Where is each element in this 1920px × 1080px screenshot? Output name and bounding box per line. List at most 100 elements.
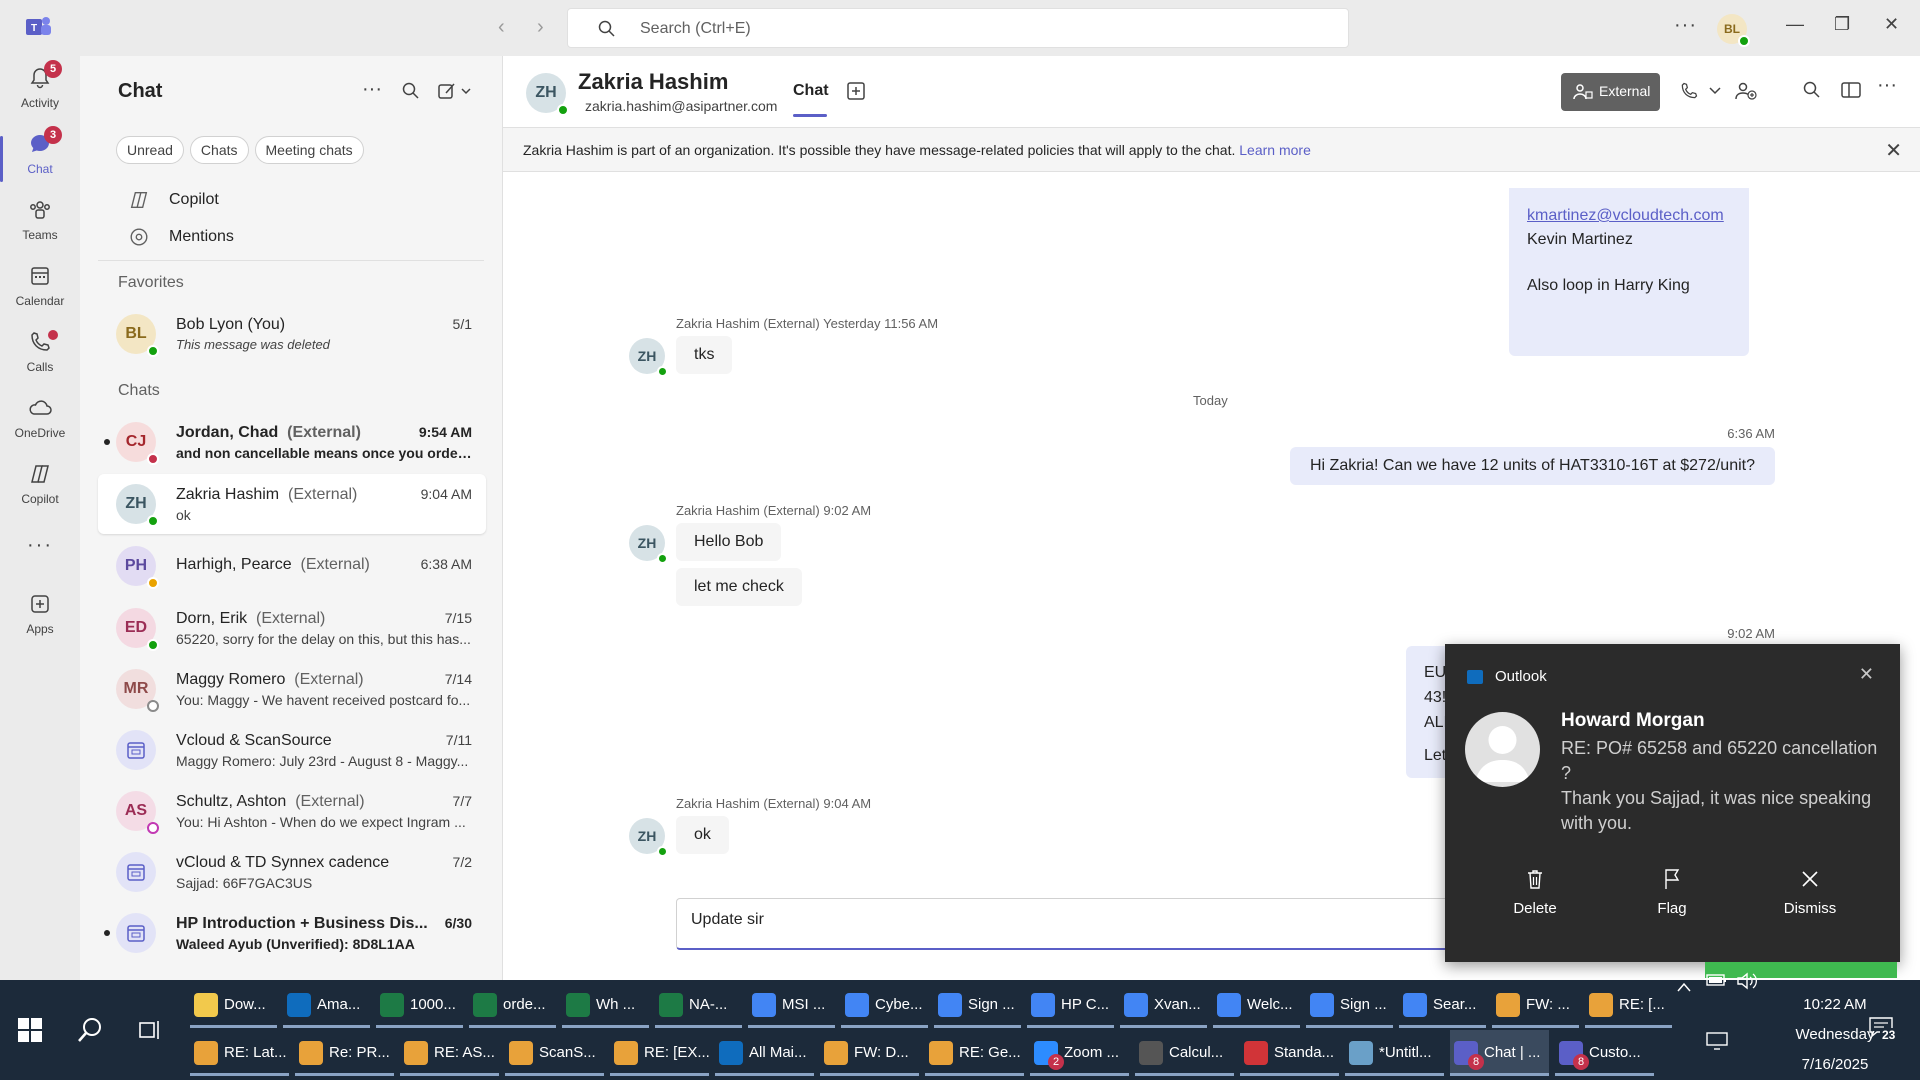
tab-chat[interactable]: Chat xyxy=(793,82,829,117)
taskbar-app-button[interactable]: Calcul... xyxy=(1135,1030,1234,1076)
rail-calls[interactable]: Calls xyxy=(0,330,80,374)
taskbar-app-button[interactable]: Dow... xyxy=(190,982,277,1028)
incoming-message[interactable]: ok xyxy=(676,816,729,854)
call-icon[interactable] xyxy=(1679,81,1699,101)
taskbar-app-button[interactable]: Re: PR... xyxy=(295,1030,394,1076)
taskbar-app-button[interactable]: RE: [... xyxy=(1585,982,1672,1028)
incoming-message[interactable]: let me check xyxy=(676,568,802,606)
taskbar-app-button[interactable]: RE: AS... xyxy=(400,1030,499,1076)
teams-logo-icon[interactable]: T xyxy=(26,15,52,39)
chevron-down-icon[interactable] xyxy=(1709,86,1721,96)
minimize-icon[interactable]: — xyxy=(1786,14,1804,35)
taskbar-app-button[interactable]: *Untitl... xyxy=(1345,1030,1444,1076)
add-people-icon[interactable] xyxy=(1735,81,1757,101)
network-icon[interactable] xyxy=(1706,1032,1728,1050)
taskbar-app-button[interactable]: Ama... xyxy=(283,982,370,1028)
taskbar-app-button[interactable]: NA-... xyxy=(655,982,742,1028)
taskbar-app-button[interactable]: RE: Lat... xyxy=(190,1030,289,1076)
chat-row-bob-lyon[interactable]: BL Bob Lyon (You) This message was delet… xyxy=(98,304,486,364)
taskbar-app-button[interactable]: 8 Chat | ... xyxy=(1450,1030,1549,1076)
filter-unread[interactable]: Unread xyxy=(116,136,184,164)
filter-chats[interactable]: Chats xyxy=(189,136,249,164)
sender-avatar[interactable]: ZH xyxy=(629,338,668,377)
close-window-icon[interactable]: ✕ xyxy=(1884,14,1899,35)
filter-meeting-chats[interactable]: Meeting chats xyxy=(254,136,364,164)
incoming-message[interactable]: Hello Bob xyxy=(676,523,782,561)
flag-button[interactable]: Flag xyxy=(1612,868,1732,917)
more-options-icon[interactable]: ··· xyxy=(1674,14,1697,37)
taskbar-app-button[interactable]: RE: [EX... xyxy=(610,1030,709,1076)
more-options-icon[interactable]: ··· xyxy=(1877,74,1897,97)
taskbar-app-button[interactable]: All Mai... xyxy=(715,1030,814,1076)
outlook-notification[interactable]: Outlook ✕ Howard Morgan RE: PO# 65258 an… xyxy=(1445,644,1900,962)
external-button[interactable]: External xyxy=(1561,73,1660,111)
chat-row-zakria-hashim[interactable]: ZH Zakria Hashim (External) ok 9:04 AM xyxy=(98,474,486,534)
rail-copilot[interactable]: Copilot xyxy=(0,462,80,506)
chat-row-hp-introduction[interactable]: HP Introduction + Business Dis... Waleed… xyxy=(98,903,486,963)
volume-icon[interactable] xyxy=(1736,972,1760,990)
taskbar-app-button[interactable]: Welc... xyxy=(1213,982,1300,1028)
chevron-up-icon[interactable] xyxy=(1676,981,1692,993)
chat-row-vcloud-td-synnex[interactable]: vCloud & TD Synnex cadence Sajjad: 66F7G… xyxy=(98,842,486,902)
rail-activity[interactable]: 5 Activity xyxy=(0,60,80,110)
battery-icon[interactable] xyxy=(1706,972,1728,988)
search-in-chat-icon[interactable] xyxy=(1803,81,1821,99)
chat-more-icon[interactable]: ··· xyxy=(362,78,382,101)
taskbar-app-button[interactable]: Standa... xyxy=(1240,1030,1339,1076)
search-box[interactable]: Search (Ctrl+E) xyxy=(567,8,1349,48)
chat-row-harhigh-pearce[interactable]: PH Harhigh, Pearce (External) 6:38 AM xyxy=(98,536,486,596)
chat-row-jordan-chad[interactable]: CJ Jordan, Chad (External) and non cance… xyxy=(98,412,486,472)
popout-chat-icon[interactable] xyxy=(1841,81,1861,99)
chat-row-maggy-romero[interactable]: MR Maggy Romero (External) You: Maggy - … xyxy=(98,659,486,719)
chat-search-icon[interactable] xyxy=(402,82,420,100)
back-arrow-icon[interactable]: ‹ xyxy=(498,16,505,39)
incoming-message[interactable]: tks xyxy=(676,336,733,374)
close-notification-icon[interactable]: ✕ xyxy=(1859,664,1874,685)
email-link[interactable]: kmartinez@vcloudtech.com xyxy=(1527,204,1731,228)
taskbar-app-button[interactable]: Xvan... xyxy=(1120,982,1207,1028)
chat-row-schultz-ashton[interactable]: AS Schultz, Ashton (External) You: Hi As… xyxy=(98,781,486,841)
rail-calendar[interactable]: Calendar xyxy=(0,264,80,308)
delete-button[interactable]: Delete xyxy=(1475,868,1595,917)
new-chat-icon[interactable] xyxy=(438,82,472,100)
close-banner-icon[interactable]: ✕ xyxy=(1885,138,1902,163)
taskbar-search-icon[interactable] xyxy=(76,1016,104,1044)
outgoing-message[interactable]: kmartinez@vcloudtech.com Kevin Martinez … xyxy=(1509,188,1749,356)
taskbar-app-button[interactable]: HP C... xyxy=(1027,982,1114,1028)
taskbar-app-button[interactable]: Sign ... xyxy=(1306,982,1393,1028)
taskbar-app-button[interactable]: ScanS... xyxy=(505,1030,604,1076)
user-avatar[interactable]: BL xyxy=(1717,14,1750,47)
taskbar-app-button[interactable]: FW: ... xyxy=(1492,982,1579,1028)
rail-chat[interactable]: 3 Chat xyxy=(0,126,80,182)
taskbar-app-button[interactable]: orde... xyxy=(469,982,556,1028)
taskbar-app-button[interactable]: Cybe... xyxy=(841,982,928,1028)
learn-more-link[interactable]: Learn more xyxy=(1239,142,1311,158)
message-input[interactable] xyxy=(691,911,1491,929)
taskbar-app-button[interactable]: 1000... xyxy=(376,982,463,1028)
taskbar-app-button[interactable]: Wh ... xyxy=(562,982,649,1028)
contact-avatar[interactable]: ZH xyxy=(526,73,569,116)
rail-apps[interactable]: Apps xyxy=(0,592,80,636)
chat-row-dorn-erik[interactable]: ED Dorn, Erik (External) 65220, sorry fo… xyxy=(98,598,486,658)
taskbar-app-button[interactable]: 8 Custo... xyxy=(1555,1030,1654,1076)
rail-teams[interactable]: Teams xyxy=(0,198,80,242)
restore-icon[interactable]: ❐ xyxy=(1834,14,1850,35)
rail-onedrive[interactable]: OneDrive xyxy=(0,396,80,440)
taskbar-app-button[interactable]: MSI ... xyxy=(748,982,835,1028)
sender-avatar[interactable]: ZH xyxy=(629,525,668,564)
dismiss-button[interactable]: Dismiss xyxy=(1750,868,1870,917)
taskbar-app-button[interactable]: FW: D... xyxy=(820,1030,919,1076)
task-view-icon[interactable] xyxy=(138,1018,162,1042)
chat-row-vcloud-scansource[interactable]: Vcloud & ScanSource Maggy Romero: July 2… xyxy=(98,720,486,780)
taskbar-app-button[interactable]: RE: Ge... xyxy=(925,1030,1024,1076)
taskbar-app-button[interactable]: Sear... xyxy=(1399,982,1486,1028)
windows-start-icon[interactable] xyxy=(18,1018,42,1042)
taskbar-app-button[interactable]: Sign ... xyxy=(934,982,1021,1028)
contact-name[interactable]: Zakria Hashim xyxy=(578,69,728,95)
more-apps-icon[interactable]: ··· xyxy=(0,534,80,557)
taskbar-app-button[interactable]: 2 Zoom ... xyxy=(1030,1030,1129,1076)
add-tab-icon[interactable] xyxy=(847,82,865,100)
forward-arrow-icon[interactable]: › xyxy=(537,16,544,39)
sender-avatar[interactable]: ZH xyxy=(629,818,668,857)
outgoing-message[interactable]: Hi Zakria! Can we have 12 units of HAT33… xyxy=(1290,447,1775,485)
